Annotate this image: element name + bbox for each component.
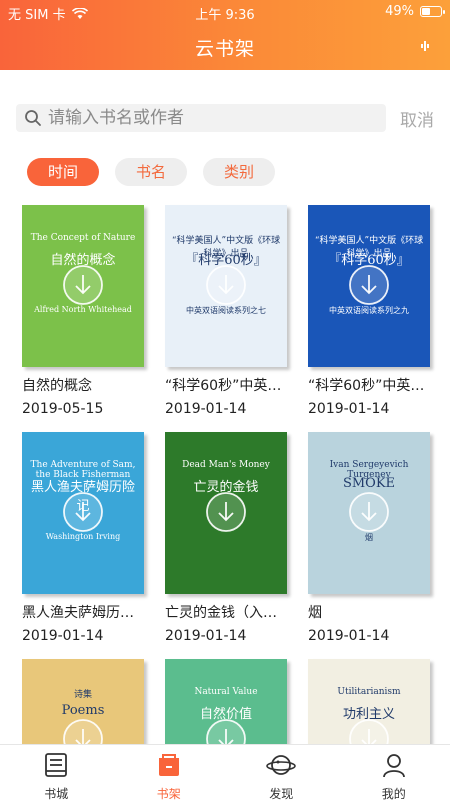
search-input[interactable] xyxy=(48,108,368,128)
book-item[interactable]: “科学美国人”中文版《环球科学》出品 『科学60秒』 中英双语阅读系列之七 “科学60… xyxy=(165,205,287,417)
book-date: 2019-01-14 xyxy=(22,628,104,644)
cover-text: 中英双语阅读系列之九 xyxy=(329,306,409,315)
cover-text: 诗集 xyxy=(73,690,92,700)
tab-bookshelf[interactable]: 书架 xyxy=(113,745,226,800)
download-icon[interactable] xyxy=(348,264,390,306)
book-cover[interactable]: Dead Man's Money 亡灵的金钱 xyxy=(165,432,287,594)
cover-text: SMOKE xyxy=(342,476,396,491)
book-cover[interactable]: The Adventure of Sam, the Black Fisherma… xyxy=(22,432,144,594)
bookstore-icon xyxy=(41,751,71,783)
book-item[interactable]: Ivan Sergeyevich Turgenev SMOKE 烟烟 2019-01-… xyxy=(308,432,430,644)
header: 无 SIM 卡 上午 9:36 49% 云书架 xyxy=(0,0,450,70)
battery-icon xyxy=(420,6,445,17)
page-title: 云书架 xyxy=(194,38,255,60)
tab-label: 发现 xyxy=(269,787,294,800)
filter-chip-0[interactable]: 时间 xyxy=(27,158,99,186)
book-date: 2019-01-14 xyxy=(165,628,247,644)
book-title: 自然的概念 xyxy=(22,378,92,394)
cover-text: Dead Man's Money xyxy=(182,460,270,470)
voice-icon[interactable] xyxy=(420,40,430,52)
search-box[interactable] xyxy=(16,104,386,132)
filter-chip-1[interactable]: 书名 xyxy=(115,158,187,186)
book-cover[interactable]: The Concept of Nature 自然的概念 Alfred North W… xyxy=(22,205,144,367)
status-bar: 无 SIM 卡 上午 9:36 49% xyxy=(0,0,450,24)
book-item[interactable]: The Concept of Nature 自然的概念 Alfred North W… xyxy=(22,205,144,417)
tab-bookstore[interactable]: 书城 xyxy=(0,745,113,800)
download-icon[interactable] xyxy=(62,264,104,306)
search-row: 取消 xyxy=(16,104,436,134)
cover-text: 烟 xyxy=(365,533,373,542)
cancel-button[interactable]: 取消 xyxy=(400,106,434,131)
tab-label: 书城 xyxy=(44,787,69,800)
status-time: 上午 9:36 xyxy=(195,8,255,23)
book-date: 2019-01-14 xyxy=(308,628,390,644)
download-icon[interactable] xyxy=(348,491,390,533)
book-title: 烟 xyxy=(308,605,322,621)
profile-icon xyxy=(379,751,409,783)
book-cover[interactable]: “科学美国人”中文版《环球科学》出品 『科学60秒』 中英双语阅读系列之九 xyxy=(308,205,430,367)
book-date: 2019-01-14 xyxy=(165,401,247,417)
book-title: 黑人渔夫萨姆历险记 xyxy=(22,605,144,621)
search-icon xyxy=(25,110,41,126)
book-title: 亡灵的金钱（入门… xyxy=(165,605,287,621)
book-item[interactable]: “科学美国人”中文版《环球科学》出品 『科学60秒』 中英双语阅读系列之九 “科学60… xyxy=(308,205,430,417)
discover-icon xyxy=(266,751,297,783)
battery-percent: 49% xyxy=(385,4,414,19)
book-item[interactable]: Dead Man's Money 亡灵的金钱亡灵的金钱（入门… 2019-01-14 xyxy=(165,432,287,644)
download-icon[interactable] xyxy=(205,491,247,533)
book-item[interactable]: The Adventure of Sam, the Black Fisherma… xyxy=(22,432,144,644)
book-title: “科学60秒”中英… xyxy=(165,378,282,394)
cover-text: Poems xyxy=(61,703,105,718)
download-icon[interactable] xyxy=(62,491,104,533)
cover-text: 中英双语阅读系列之七 xyxy=(186,306,266,315)
book-title: “科学60秒”中英… xyxy=(308,378,425,394)
cover-text: Washington Irving xyxy=(45,532,121,541)
book-date: 2019-05-15 xyxy=(22,401,104,417)
tab-discover[interactable]: 发现 xyxy=(225,745,338,800)
book-cover[interactable]: Ivan Sergeyevich Turgenev SMOKE 烟 xyxy=(308,432,430,594)
download-icon[interactable] xyxy=(205,264,247,306)
tab-label: 我的 xyxy=(381,787,406,800)
filter-chip-2[interactable]: 类别 xyxy=(203,158,275,186)
cover-text: Alfred North Whitehead xyxy=(34,305,132,314)
filter-chips: 时间 书名 类别 xyxy=(27,158,275,186)
bookshelf-icon xyxy=(154,751,184,783)
cover-text: The Concept of Nature xyxy=(30,233,136,243)
book-cover[interactable]: “科学美国人”中文版《环球科学》出品 『科学60秒』 中英双语阅读系列之七 xyxy=(165,205,287,367)
status-right: 49% xyxy=(385,4,445,19)
cover-text: Natural Value xyxy=(194,687,258,697)
book-date: 2019-01-14 xyxy=(308,401,390,417)
tab-profile[interactable]: 我的 xyxy=(338,745,450,800)
tab-label: 书架 xyxy=(156,787,181,800)
cover-text: Utilitarianism xyxy=(337,687,401,697)
battery-fill xyxy=(422,8,431,15)
tab-bar: 书城 书架 发现 我的 xyxy=(0,744,450,800)
